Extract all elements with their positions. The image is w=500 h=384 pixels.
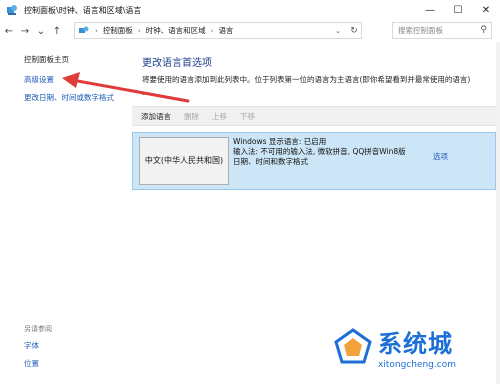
search-placeholder: 搜索控制面板: [398, 26, 443, 35]
breadcrumb-clock-language-region[interactable]: 时钟、语言和区域: [146, 25, 206, 36]
forward-button[interactable]: →: [18, 23, 32, 39]
control-panel-small-icon: [79, 26, 89, 33]
breadcrumb-language[interactable]: 语言: [218, 25, 233, 36]
watermark-url: xitongcheng.com: [378, 360, 456, 370]
history-dropdown-button[interactable]: ⌄: [34, 23, 48, 39]
address-bar-row: ← → ⌄ ↑ › 控制面板 › 时钟、语言和区域 › 语言 ⌄ ↻ 搜索控制面…: [0, 20, 500, 42]
move-up-button[interactable]: 上移: [212, 111, 227, 122]
date-time-format: 日期、时间和数字格式: [233, 157, 308, 166]
address-dropdown-icon[interactable]: ⌄: [331, 23, 345, 38]
sidebar-item-home[interactable]: 控制面板主页: [24, 54, 69, 65]
up-button[interactable]: ↑: [50, 23, 64, 39]
title-bar: 控制面板\时钟、语言和区域\语言 — ☐ ✕: [0, 0, 500, 20]
back-button[interactable]: ←: [2, 23, 16, 39]
language-list-item[interactable]: 中文(中华人民共和国) Windows 显示语言: 已启用 输入法: 不可用的输…: [132, 132, 496, 190]
breadcrumb-separator: ›: [137, 26, 141, 35]
see-also-label: 另请参阅: [24, 325, 52, 333]
search-icon[interactable]: ⚲: [480, 25, 487, 35]
sidebar-item-fonts[interactable]: 字体: [24, 340, 39, 351]
sidebar-item-location[interactable]: 位置: [24, 358, 39, 369]
language-name-button[interactable]: 中文(中华人民共和国): [139, 137, 229, 185]
display-language-status: Windows 显示语言: 已启用: [233, 137, 327, 146]
sidebar-item-change-date-time[interactable]: 更改日期、时间或数字格式: [24, 92, 114, 103]
address-box[interactable]: › 控制面板 › 时钟、语言和区域 › 语言 ⌄ ↻: [74, 22, 362, 39]
search-input[interactable]: 搜索控制面板 ⚲: [392, 22, 492, 39]
minimize-button[interactable]: —: [416, 0, 444, 20]
sidebar-item-advanced-settings[interactable]: 高级设置: [24, 74, 54, 85]
language-details: Windows 显示语言: 已启用 输入法: 不可用的输入法, 微软拼音, QQ…: [233, 137, 423, 167]
language-options-link[interactable]: 选项: [433, 151, 448, 162]
window-title: 控制面板\时钟、语言和区域\语言: [24, 5, 142, 15]
refresh-icon[interactable]: ↻: [347, 23, 361, 38]
add-language-button[interactable]: 添加语言: [141, 111, 171, 122]
language-toolbar: 添加语言 删除 上移 下移: [132, 106, 496, 126]
description-bullet: 。: [142, 87, 150, 96]
input-methods: 输入法: 不可用的输入法, 微软拼音, QQ拼音Win8版: [233, 147, 406, 156]
watermark: 系统城 xitongcheng.com: [334, 324, 494, 380]
maximize-button[interactable]: ☐: [444, 0, 472, 20]
breadcrumb-control-panel[interactable]: 控制面板: [103, 25, 133, 36]
breadcrumb-separator: ›: [210, 26, 214, 35]
control-panel-icon: [7, 5, 17, 15]
page-title: 更改语言首选项: [142, 58, 212, 69]
breadcrumb-separator: ›: [95, 26, 98, 35]
sidebar: 控制面板主页 高级设置 更改日期、时间或数字格式 另请参阅 字体 位置: [0, 42, 130, 384]
watermark-title: 系统城: [378, 330, 453, 358]
watermark-logo-icon: [334, 328, 372, 364]
description-text: 将要使用的语言添加到此列表中。位于列表第一位的语言为主语言(即你希望看到并最常使…: [142, 75, 471, 84]
page-description: 将要使用的语言添加到此列表中。位于列表第一位的语言为主语言(即你希望看到并最常使…: [142, 74, 492, 98]
remove-button[interactable]: 删除: [184, 111, 199, 122]
right-edge-strip: [496, 42, 500, 384]
close-button[interactable]: ✕: [472, 0, 500, 20]
move-down-button[interactable]: 下移: [240, 111, 255, 122]
